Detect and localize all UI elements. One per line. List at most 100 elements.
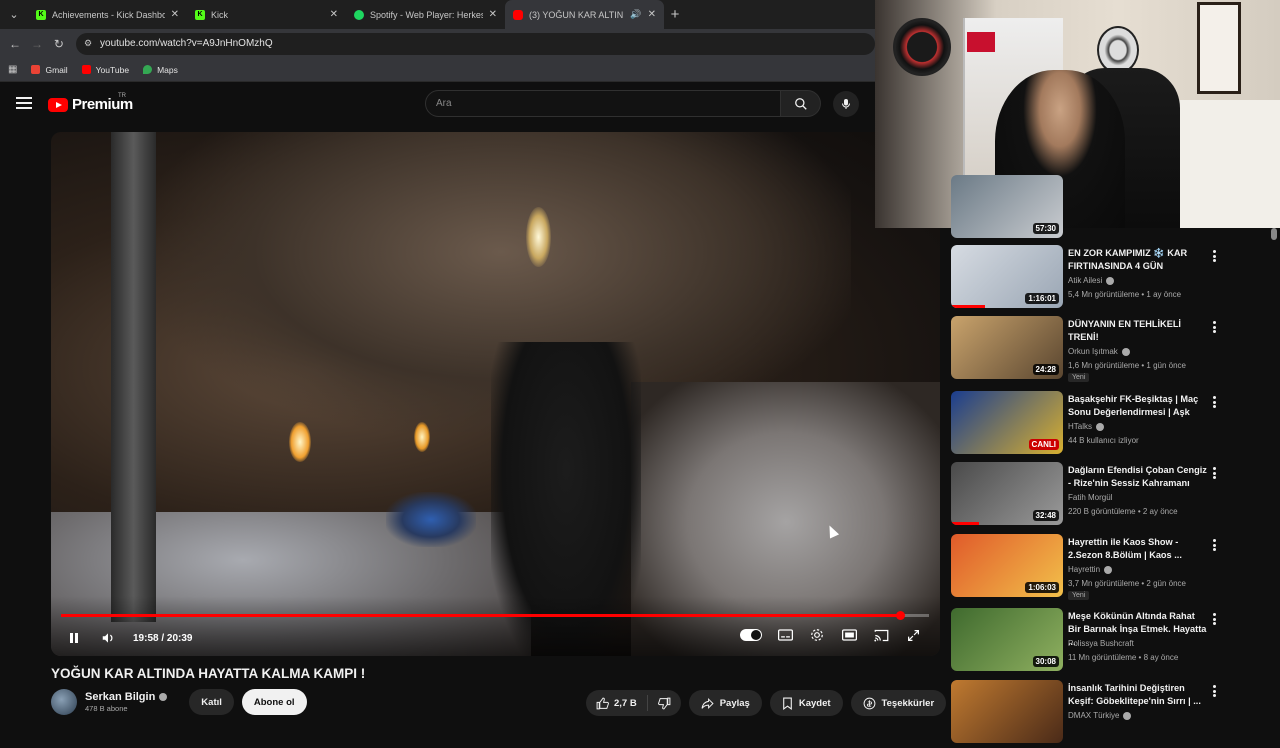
- super-thanks-icon: [863, 697, 875, 709]
- search-button[interactable]: [781, 90, 821, 117]
- recommendation-meta: 5,4 Mn görüntüleme • 1 ay önce: [1068, 290, 1182, 299]
- video-thumbnail[interactable]: 32:48: [951, 462, 1063, 525]
- menu-icon[interactable]: [16, 97, 32, 109]
- browser-tab[interactable]: Spotify - Web Player: Herkes için ✕: [346, 0, 505, 29]
- subscribe-button[interactable]: Abone ol: [241, 689, 307, 715]
- dislike-button[interactable]: [648, 690, 681, 716]
- recommendation-channel[interactable]: Hayrettin: [1068, 565, 1113, 574]
- forward-icon[interactable]: →: [28, 35, 46, 53]
- wall-clock: [893, 18, 951, 76]
- video-player[interactable]: 19:58 / 20:39: [51, 132, 940, 656]
- bookmark-youtube[interactable]: YouTube: [81, 65, 129, 75]
- browser-tab[interactable]: K Achievements - Kick Dashboard ✕: [28, 0, 187, 29]
- video-thumbnail[interactable]: 1:06:03: [951, 534, 1063, 597]
- video-duration: 32:48: [1032, 510, 1059, 521]
- close-tab-icon[interactable]: ✕: [330, 9, 338, 20]
- recommendation-item[interactable]: 1:06:03 Hayrettin ile Kaos Show - 2.Sezon…: [951, 534, 1271, 602]
- recommendation-channel[interactable]: DMAX Türkiye: [1068, 711, 1132, 720]
- recommendation-title[interactable]: EN ZOR KAMPIMIZ ❄️ KAR FIRTINASINDA 4 GÜ…: [1068, 247, 1208, 273]
- like-button[interactable]: 2,7 B: [586, 690, 647, 716]
- recommendation-item[interactable]: CANLI Başakşehir FK-Beşiktaş | Maç Sonu D…: [951, 391, 1271, 459]
- video-thumbnail[interactable]: CANLI: [951, 391, 1063, 454]
- speaker-icon[interactable]: 🔊: [630, 9, 641, 20]
- cast-button[interactable]: [872, 626, 890, 644]
- recommendation-channel[interactable]: Fatih Morgül: [1068, 493, 1112, 502]
- video-thumbnail[interactable]: 1:16:01: [951, 245, 1063, 308]
- recommendation-title[interactable]: Hayrettin ile Kaos Show - 2.Sezon 8.Bölü…: [1068, 536, 1208, 562]
- more-vertical-icon[interactable]: [1209, 612, 1219, 626]
- like-count: 2,7 B: [614, 697, 637, 709]
- recommendation-channel[interactable]: Polissya Bushcraft: [1068, 639, 1134, 648]
- share-label: Paylaş: [719, 697, 750, 709]
- bookmark-gmail[interactable]: Gmail: [31, 65, 68, 75]
- video-thumbnail[interactable]: 57:30: [951, 175, 1063, 238]
- maps-icon: [143, 65, 153, 74]
- address-bar[interactable]: ⚙ youtube.com/watch?v=A9JnHnOMzhQ: [75, 32, 876, 55]
- youtube-premium-logo[interactable]: Premium TR: [48, 93, 133, 113]
- back-icon[interactable]: ←: [6, 35, 24, 53]
- close-tab-icon[interactable]: ✕: [489, 9, 497, 20]
- pause-button[interactable]: [65, 629, 83, 647]
- verified-icon: [1106, 276, 1115, 285]
- time-display: 19:58 / 20:39: [133, 632, 193, 644]
- recommendation-title[interactable]: Başakşehir FK-Beşiktaş | Maç Sonu Değerl…: [1068, 393, 1208, 419]
- close-tab-icon[interactable]: ✕: [171, 9, 179, 20]
- miniplayer-button[interactable]: [840, 626, 858, 644]
- more-vertical-icon[interactable]: [1209, 395, 1219, 409]
- more-vertical-icon[interactable]: [1209, 684, 1219, 698]
- recommendation-title[interactable]: DÜNYANIN EN TEHLİKELİ TRENİ!: [1068, 318, 1208, 344]
- video-thumbnail[interactable]: 24:28: [951, 316, 1063, 379]
- apps-grid-icon[interactable]: ▦: [8, 64, 17, 75]
- share-button[interactable]: Paylaş: [688, 690, 762, 716]
- recommendation-channel[interactable]: Orkun Işıtmak: [1068, 347, 1130, 356]
- video-thumbnail[interactable]: [951, 680, 1063, 743]
- subtitles-button[interactable]: [776, 626, 794, 644]
- lion-decoration: [1097, 26, 1139, 74]
- sidebar-scrollbar[interactable]: [1271, 228, 1277, 240]
- scrubber-handle[interactable]: [896, 611, 906, 620]
- tab-search-icon[interactable]: ⌄: [0, 0, 28, 29]
- progress-bar[interactable]: [61, 611, 929, 620]
- microphone-icon: [842, 99, 850, 109]
- more-vertical-icon[interactable]: [1209, 320, 1219, 334]
- gear-icon: [811, 629, 823, 641]
- channel-avatar[interactable]: [51, 689, 77, 715]
- browser-tab-active[interactable]: (3) YOĞUN KAR ALTINDA H 🔊 ✕: [505, 0, 664, 29]
- recommendation-title[interactable]: Dağların Efendisi Çoban Cengiz - Rize'ni…: [1068, 464, 1208, 490]
- settings-button[interactable]: [808, 626, 826, 644]
- recommendation-channel[interactable]: HTalks: [1068, 422, 1105, 431]
- recommendation-meta: 3,7 Mn görüntüleme • 2 gün önce: [1068, 579, 1186, 588]
- site-info-icon[interactable]: ⚙: [84, 38, 92, 49]
- close-tab-icon[interactable]: ✕: [648, 9, 656, 20]
- spotify-icon: [354, 9, 364, 20]
- voice-search-button[interactable]: [833, 91, 859, 117]
- more-vertical-icon[interactable]: [1209, 466, 1219, 480]
- recommendation-channel[interactable]: Atik Ailesi: [1068, 276, 1115, 285]
- subtitles-icon: [777, 629, 793, 641]
- join-button[interactable]: Katıl: [189, 689, 234, 715]
- video-actions: 2,7 B Paylaş Kaydet Teşekkürler •••: [586, 690, 981, 716]
- recommendation-item[interactable]: 24:28 DÜNYANIN EN TEHLİKELİ TRENİ! Orkun I…: [951, 316, 1271, 384]
- more-vertical-icon[interactable]: [1209, 538, 1219, 552]
- video-thumbnail[interactable]: 30:08: [951, 608, 1063, 671]
- thanks-button[interactable]: Teşekkürler: [850, 690, 947, 716]
- reload-icon[interactable]: ↻: [50, 35, 68, 53]
- bookmark-maps[interactable]: Maps: [143, 65, 178, 75]
- recommendation-item[interactable]: 1:16:01 EN ZOR KAMPIMIZ ❄️ KAR FIRTINASIN…: [951, 245, 1271, 313]
- gmail-icon: [31, 65, 41, 74]
- fullscreen-button[interactable]: [904, 626, 922, 644]
- search-input[interactable]: Ara: [425, 90, 781, 117]
- recommendation-item[interactable]: 32:48 Dağların Efendisi Çoban Cengiz - Ri…: [951, 462, 1271, 530]
- recommendation-item[interactable]: İnsanlık Tarihini Değiştiren Keşif: Göbe…: [951, 680, 1271, 748]
- autoplay-toggle[interactable]: [740, 629, 762, 641]
- more-vertical-icon[interactable]: [1209, 249, 1219, 263]
- recommendation-item[interactable]: 57:30: [951, 175, 1271, 243]
- new-tab-icon[interactable]: +: [664, 0, 686, 29]
- verified-icon: [1123, 711, 1132, 720]
- volume-button[interactable]: [99, 629, 117, 647]
- recommendation-item[interactable]: 30:08 Meşe Kökünün Altında Rahat Bir Barı…: [951, 608, 1271, 676]
- browser-tab[interactable]: K Kick ✕: [187, 0, 346, 29]
- save-button[interactable]: Kaydet: [769, 690, 843, 716]
- channel-name[interactable]: Serkan Bilgin: [85, 691, 155, 703]
- recommendation-title[interactable]: İnsanlık Tarihini Değiştiren Keşif: Göbe…: [1068, 682, 1208, 708]
